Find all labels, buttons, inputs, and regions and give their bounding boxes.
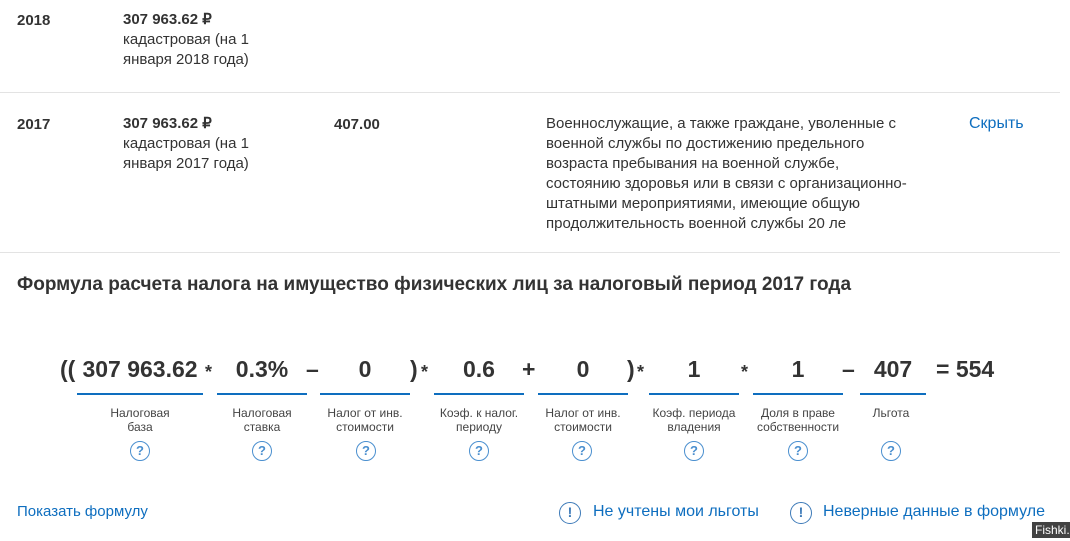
benefit-description: Военнослужащие, а также граждане, уволен…: [546, 114, 946, 234]
formula-title: Формула расчета налога на имущество физи…: [17, 274, 852, 295]
watermark: Fishki.net: [1032, 522, 1070, 538]
row-amount: 307 963.62: [123, 115, 199, 132]
row-amount: 307 963.62: [123, 11, 199, 28]
benefit-line: состоянию здоровья или в связи с организ…: [546, 175, 907, 192]
plus-operator: +: [522, 356, 536, 382]
tax-row-2018: 2018 307 963.62 ₽ кадастровая (на 1 янва…: [0, 0, 1060, 93]
tax-base-underline: [77, 393, 203, 395]
inv-cost-2-value: 0: [576, 356, 590, 382]
multiply-operator: *: [421, 362, 429, 382]
close-paren: ): [627, 356, 635, 382]
label-line: стоимости: [336, 420, 394, 434]
help-icon[interactable]: ?: [469, 441, 489, 461]
formula-result: = 554: [936, 356, 995, 382]
multiply-operator: *: [205, 362, 213, 382]
cadastral-note-line2: января 2018 года): [123, 51, 249, 68]
inv-cost-2-label: Налог от инв. стоимости: [538, 406, 628, 434]
inv-cost-underline: [320, 393, 410, 395]
label-line: Льгота: [872, 406, 910, 420]
benefits-not-considered-link[interactable]: Не учтены мои льготы: [593, 503, 759, 521]
tax-base-value: 307 963.62: [82, 356, 198, 382]
ownership-period-coef-label: Коэф. периода владения: [644, 406, 744, 434]
benefit-underline: [860, 393, 926, 395]
benefit-line: Военнослужащие, а также граждане, уволен…: [546, 115, 896, 132]
help-icon[interactable]: ?: [252, 441, 272, 461]
wrong-formula-data-link[interactable]: Неверные данные в формуле: [823, 503, 1045, 521]
tax-row-2017: 2017 307 963.62 ₽ кадастровая (на 1 янва…: [0, 93, 1060, 253]
ownership-share-label: Доля в праве собственности: [748, 406, 848, 434]
label-line: периоду: [456, 420, 502, 434]
tax-rate-label: Налоговая ставка: [217, 406, 307, 434]
benefit-label: Льгота: [860, 406, 922, 420]
benefit-line: штатными мероприятиями, имеющие общую: [546, 195, 860, 212]
tax-rate-underline: [217, 393, 307, 395]
row-amount-block: 307 963.62 ₽ кадастровая (на 1 января 20…: [123, 10, 283, 70]
help-icon[interactable]: ?: [572, 441, 592, 461]
period-coef-underline: [434, 393, 524, 395]
ownership-period-coef-value: 1: [687, 356, 701, 382]
inv-cost-label: Налог от инв. стоимости: [320, 406, 410, 434]
ownership-share-value: 1: [791, 356, 805, 382]
show-formula-link[interactable]: Показать формулу: [17, 503, 148, 520]
row-amount-block: 307 963.62 ₽ кадастровая (на 1 января 20…: [123, 114, 283, 174]
label-line: Налог от инв.: [327, 406, 403, 420]
row-year: 2017: [17, 116, 51, 133]
label-line: Налог от инв.: [545, 406, 621, 420]
ownership-period-coef-underline: [649, 393, 739, 395]
minus-operator: –: [306, 356, 319, 382]
tax-formula: (( 307 963.62 Налоговая база ? * 0.3% На…: [0, 350, 1070, 470]
label-line: собственности: [756, 420, 840, 434]
close-paren: ): [410, 356, 418, 382]
help-icon[interactable]: ?: [130, 441, 150, 461]
benefit-sum: 407.00: [334, 116, 380, 133]
cadastral-note-line1: кадастровая (на 1: [123, 135, 249, 152]
tax-base-label: Налоговая база: [77, 406, 203, 434]
benefit-line: продолжительность военной службы 20 ле: [546, 215, 847, 232]
label-line: Доля в праве: [761, 406, 835, 420]
cadastral-note-line2: января 2017 года): [123, 155, 249, 172]
label-line: Налоговая: [110, 406, 170, 420]
label-line: Коэф. периода: [652, 406, 736, 420]
benefit-line: военной службы по достижению предельного: [546, 135, 865, 152]
label-line: база: [127, 420, 153, 434]
label-line: ставка: [243, 420, 281, 434]
benefit-line: возраста пребывания на военной службе,: [546, 155, 840, 172]
period-coef-value: 0.6: [463, 356, 495, 382]
exclamation-icon: !: [559, 502, 581, 524]
label-line: владения: [667, 420, 721, 434]
open-parens: ((: [60, 356, 76, 382]
period-coef-label: Коэф. к налог. периоду: [430, 406, 528, 434]
hide-link[interactable]: Скрыть: [969, 115, 1024, 133]
cadastral-note-line1: кадастровая (на 1: [123, 31, 249, 48]
tax-rate-value: 0.3%: [235, 356, 289, 382]
multiply-operator: *: [741, 362, 749, 382]
minus-operator: –: [842, 356, 855, 382]
label-line: Коэф. к налог.: [439, 406, 519, 420]
help-icon[interactable]: ?: [881, 441, 901, 461]
ruble-sign: ₽: [202, 115, 212, 132]
label-line: Налоговая: [232, 406, 292, 420]
exclamation-icon: !: [790, 502, 812, 524]
help-icon[interactable]: ?: [788, 441, 808, 461]
inv-cost-2-underline: [538, 393, 628, 395]
ruble-sign: ₽: [202, 11, 212, 28]
benefit-value: 407: [873, 356, 913, 382]
help-icon[interactable]: ?: [356, 441, 376, 461]
inv-cost-value: 0: [358, 356, 372, 382]
row-year: 2018: [17, 12, 51, 29]
multiply-operator: *: [637, 362, 645, 382]
help-icon[interactable]: ?: [684, 441, 704, 461]
label-line: стоимости: [554, 420, 612, 434]
ownership-share-underline: [753, 393, 843, 395]
